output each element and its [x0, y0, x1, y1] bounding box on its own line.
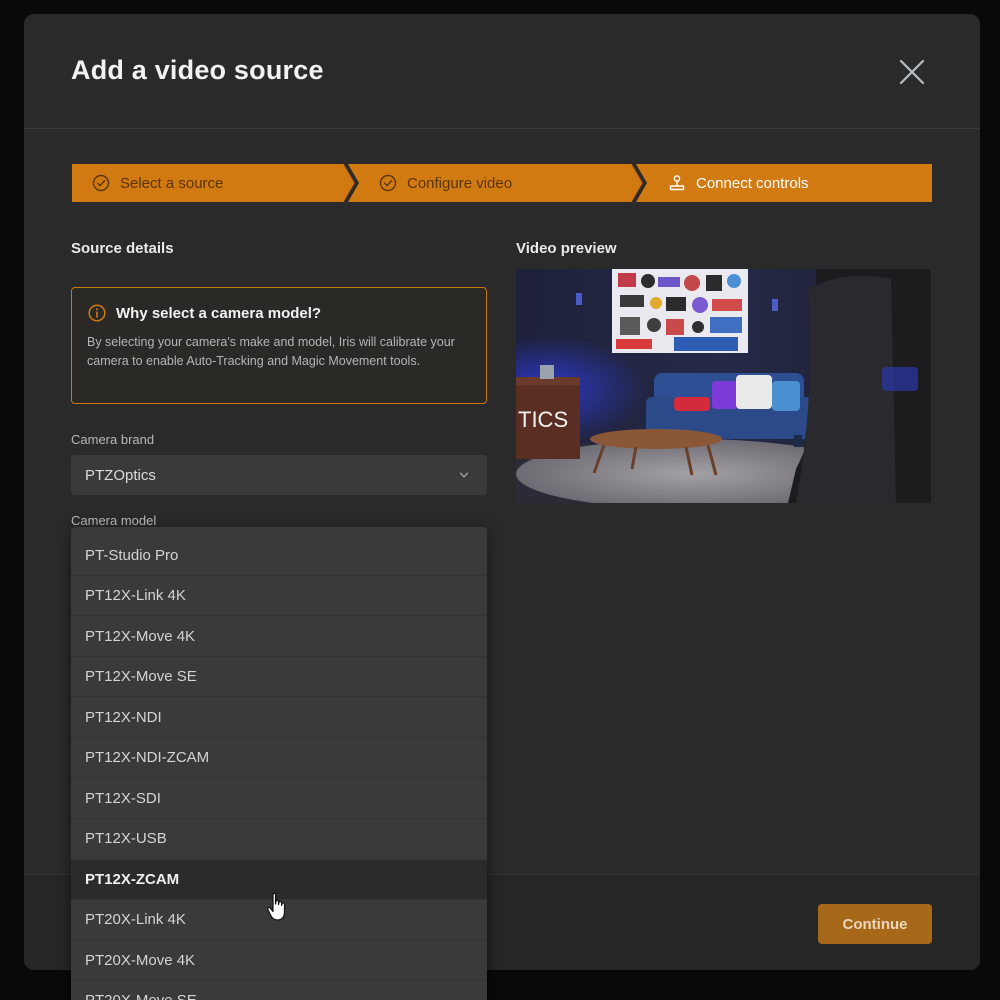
dropdown-option[interactable]: PT20X-Link 4K — [71, 900, 487, 940]
camera-model-label: Camera model — [71, 513, 157, 528]
video-preview-heading: Video preview — [516, 240, 617, 257]
video-preview: TICS — [516, 269, 931, 503]
check-circle-icon — [379, 174, 397, 192]
check-circle-icon — [92, 174, 110, 192]
progress-stepper: Select a source Configure video Connect … — [72, 164, 932, 202]
dropdown-option[interactable]: PT12X-USB — [71, 819, 487, 859]
close-icon — [899, 59, 925, 85]
dropdown-option[interactable]: PT12X-Move SE — [71, 657, 487, 697]
camera-brand-value: PTZOptics — [85, 467, 156, 484]
info-callout: Why select a camera model? By selecting … — [71, 287, 487, 404]
info-title: Why select a camera model? — [116, 305, 322, 322]
dropdown-option[interactable]: PT12X-Move 4K — [71, 617, 487, 657]
step-connect-controls[interactable]: Connect controls — [668, 164, 809, 202]
dropdown-option[interactable]: PT12X-SDI — [71, 779, 487, 819]
chevron-down-icon — [459, 472, 469, 478]
video-preview-frame: TICS — [516, 269, 931, 503]
dropdown-option[interactable]: PT-Studio Pro — [71, 536, 487, 576]
modal-title: Add a video source — [71, 55, 324, 85]
camera-brand-label: Camera brand — [71, 432, 155, 447]
dropdown-option[interactable]: PT12X-NDI-ZCAM — [71, 738, 487, 778]
preview-sign-text: TICS — [518, 407, 568, 432]
dropdown-option[interactable]: PT12X-Link 4K — [71, 576, 487, 616]
camera-brand-select[interactable]: PTZOptics — [71, 455, 487, 495]
joystick-icon — [669, 175, 685, 191]
source-details-heading: Source details — [71, 240, 174, 257]
step-label: Select a source — [120, 174, 224, 192]
step-select-source[interactable]: Select a source — [92, 164, 223, 202]
step-configure-video[interactable]: Configure video — [379, 164, 512, 202]
close-button[interactable] — [896, 56, 928, 88]
modal-header: Add a video source — [24, 14, 980, 129]
dropdown-option[interactable]: PT20X-Move 4K — [71, 941, 487, 981]
step-label: Configure video — [407, 174, 513, 192]
continue-button[interactable]: Continue — [818, 904, 932, 944]
info-icon — [88, 304, 106, 322]
dropdown-option[interactable]: PT20X-Move SE — [71, 981, 487, 1000]
step-label: Connect controls — [696, 174, 809, 192]
camera-model-dropdown[interactable]: PT-Studio Pro PT12X-Link 4K PT12X-Move 4… — [71, 527, 487, 1000]
info-text: By selecting your camera's make and mode… — [87, 335, 455, 368]
dropdown-option[interactable]: PT12X-NDI — [71, 698, 487, 738]
dropdown-option-hovered[interactable]: PT12X-ZCAM — [71, 860, 487, 900]
